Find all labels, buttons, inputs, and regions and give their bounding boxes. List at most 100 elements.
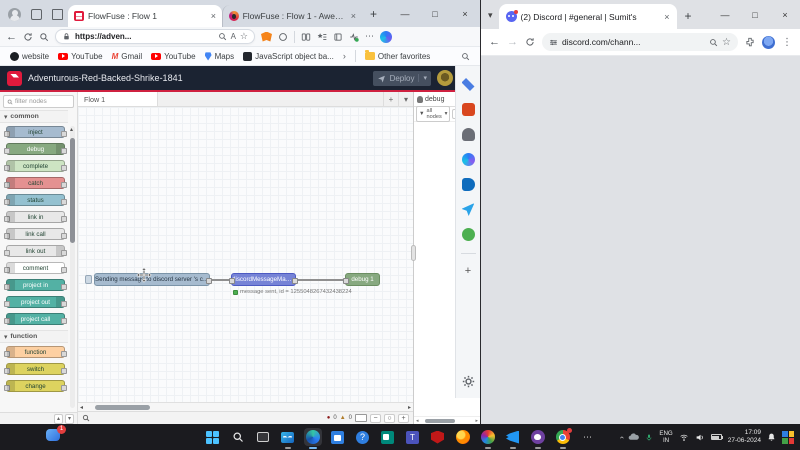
taskbar-search-button[interactable] [229,428,247,446]
battery-icon[interactable] [711,434,722,440]
palette-node[interactable]: function [6,346,65,358]
sidebar-settings-icon[interactable] [462,375,475,388]
help-button[interactable]: ? [354,428,372,446]
palette-node[interactable]: comment [6,262,65,274]
meet-button[interactable] [379,428,397,446]
flow-tab[interactable]: Flow 1 [78,92,158,106]
palette-category-function[interactable]: ▾function [0,330,68,343]
extensions-icon[interactable] [745,37,755,47]
task-view-button[interactable] [254,428,272,446]
site-settings-icon[interactable] [549,38,558,47]
profile-avatar-icon[interactable] [762,36,775,49]
color-app-button[interactable] [479,428,497,446]
debug-scrollbar[interactable]: ◂▸ [414,416,480,424]
workspaces-icon[interactable] [31,9,42,20]
address-bar[interactable]: https://adven... A ☆ [55,29,255,44]
start-button[interactable] [204,428,222,446]
zoom-icon[interactable] [218,32,227,41]
bookmark-youtube-2[interactable]: YouTube [151,52,195,61]
address-bar[interactable]: discord.com/chann... ☆ [542,33,738,51]
inject-button[interactable] [85,275,92,284]
palette-scrollbar[interactable]: ▴ [70,126,75,408]
flow-list-icon[interactable]: ▾ [398,92,413,106]
notification-bell-icon[interactable] [767,432,776,442]
chat-button[interactable]: 1 [46,429,62,445]
palette-node[interactable]: project out [6,296,65,308]
sidebar-copilot-icon[interactable] [462,153,475,166]
zoom-in-button[interactable]: + [398,414,409,423]
bookmark-website[interactable]: website [10,52,49,61]
wifi-icon[interactable] [679,433,689,442]
teams-button[interactable]: T [404,428,422,446]
deploy-options-icon[interactable]: ▾ [418,74,427,82]
palette-node[interactable]: complete [6,160,65,172]
palette-node[interactable]: catch [6,177,65,189]
close-button[interactable]: × [770,10,800,20]
deploy-button[interactable]: Deploy ▾ [373,71,431,86]
new-tab-button[interactable]: + [370,7,377,21]
canvas-horizontal-scrollbar[interactable]: ◂▸ [78,402,413,411]
palette-filter[interactable]: filter nodes [3,95,74,108]
widgets-corner-icon[interactable] [782,431,795,444]
volume-icon[interactable] [695,433,705,442]
refresh-icon[interactable] [23,32,33,42]
onedrive-icon[interactable] [628,433,639,441]
tab-flowfuse-flow1[interactable]: FlowFuse : Flow 1 × [68,5,222,27]
mcafee-button[interactable] [429,428,447,446]
maximize-button[interactable]: □ [420,9,450,19]
store-button[interactable] [329,428,347,446]
monitoring-app-button[interactable] [279,428,297,446]
extension-icon[interactable] [278,32,288,42]
vscode-button[interactable] [504,428,522,446]
palette-category-common[interactable]: ▾common [0,110,68,123]
close-tab-icon[interactable]: × [211,11,216,21]
tab-debug[interactable]: debug [414,92,456,106]
close-tab-icon[interactable]: × [351,11,356,21]
metamask-icon[interactable] [261,32,272,42]
filter-nodes-dropdown[interactable]: ▼all nodes▾ [416,106,450,122]
browser-essentials-icon[interactable] [349,32,359,42]
taskbar-overflow-button[interactable]: ⋯ [579,428,597,446]
sidebar-search-icon[interactable] [461,52,470,61]
language-switcher[interactable]: ENGIN [659,430,672,444]
minimize-button[interactable]: — [710,10,740,20]
palette-node[interactable]: project call [6,313,65,325]
tab-search-icon[interactable]: ▾ [488,10,493,21]
copilot-icon[interactable] [380,31,392,43]
search-icon[interactable] [39,32,49,42]
palette-node[interactable]: link in [6,211,65,223]
games-icon[interactable] [462,128,475,141]
maximize-button[interactable]: □ [740,10,770,20]
bookmark-maps[interactable]: Maps [205,52,235,61]
palette-node[interactable]: change [6,380,65,392]
close-tab-icon[interactable]: × [664,12,669,22]
favorites-icon[interactable] [317,32,327,42]
navigator-toggle-icon[interactable] [355,414,367,422]
tray-expand-icon[interactable]: › [616,436,625,439]
chrome-taskbar-button[interactable] [554,428,572,446]
read-aloud-icon[interactable]: A [231,32,236,41]
edge-taskbar-button[interactable] [304,428,322,446]
mic-tray-icon[interactable] [645,433,653,442]
inject-node[interactable]: Sending message to discord server 's cha… [94,273,210,286]
firefox-button[interactable] [454,428,472,446]
palette-node[interactable]: project in [6,279,65,291]
telegram-icon[interactable] [462,203,475,216]
bookmark-js-object[interactable]: JavaScript object ba... [243,52,334,61]
discord-message-manager-node[interactable]: discordMessageManager [231,273,296,286]
new-tab-button[interactable]: + [685,9,692,23]
other-favorites[interactable]: Other favorites [365,52,430,61]
zoom-icon[interactable] [709,38,718,47]
palette-node[interactable]: link call [6,228,65,240]
expand-all-icon[interactable]: ▾ [65,414,74,424]
forward-button[interactable]: → [507,36,518,48]
palette-node[interactable]: switch [6,363,65,375]
tab-actions-icon[interactable] [52,9,63,20]
bookmark-gmail[interactable]: MGmail [112,52,143,61]
profile-avatar-icon[interactable] [8,8,21,21]
github-desktop-button[interactable] [529,428,547,446]
outlook-icon[interactable] [462,178,475,191]
back-button[interactable]: ← [489,36,500,48]
close-button[interactable]: × [450,9,480,19]
toolbox-icon[interactable] [462,103,475,116]
